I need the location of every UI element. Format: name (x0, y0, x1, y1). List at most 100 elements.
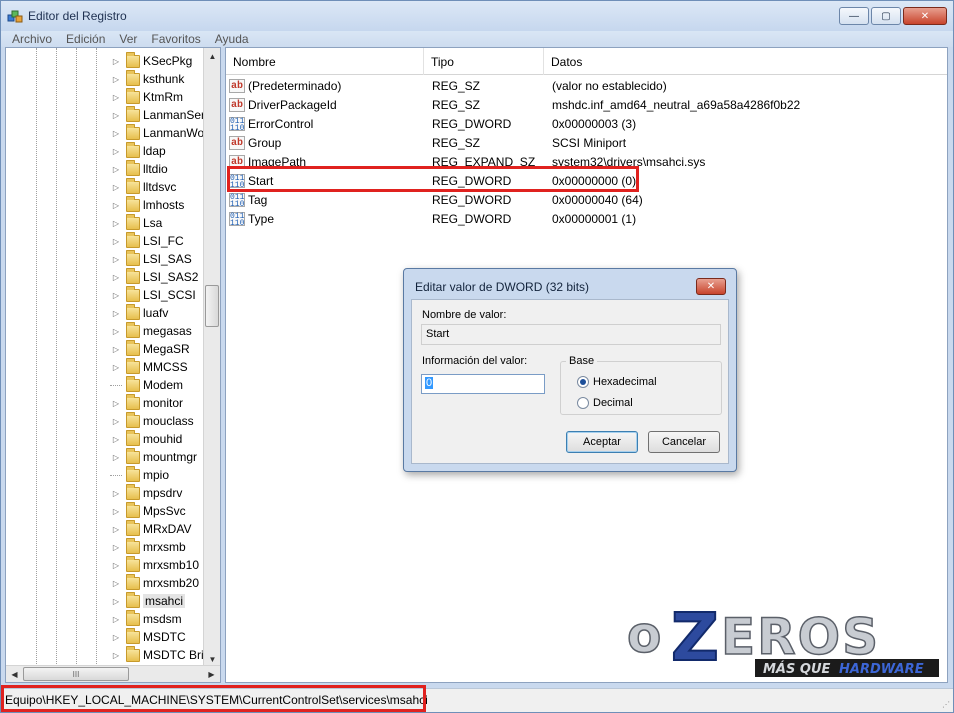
expand-arrow-icon[interactable]: ▷ (110, 201, 122, 210)
scroll-up-icon[interactable]: ▲ (204, 48, 220, 65)
tree-item-mrxsmb[interactable]: ▷ mrxsmb (110, 537, 186, 556)
tree-item-lsi-sas[interactable]: ▷ LSI_SAS (110, 249, 192, 268)
radio-decimal[interactable]: Decimal (577, 397, 633, 409)
expand-arrow-icon[interactable]: ▷ (110, 75, 122, 84)
value-row-imagepath[interactable]: ab ImagePath REG_EXPAND_SZ system32\drivers… (229, 152, 944, 171)
expand-arrow-icon[interactable]: ▷ (110, 57, 122, 66)
tree-item-lanmanser[interactable]: ▷ LanmanSer (110, 105, 205, 124)
expand-arrow-icon[interactable]: ▷ (110, 651, 122, 660)
menu-edicion[interactable]: Edición (59, 31, 112, 47)
value-row-driverpackageid[interactable]: ab DriverPackageId REG_SZ mshdc.inf_amd64_n… (229, 95, 944, 114)
expand-arrow-icon[interactable]: ▷ (110, 597, 122, 606)
tree-horizontal-scrollbar[interactable]: ◀ III ▶ (6, 665, 220, 682)
tree-item-ldap[interactable]: ▷ ldap (110, 141, 166, 160)
expand-arrow-icon[interactable]: ▷ (110, 237, 122, 246)
column-header-name[interactable]: Nombre (226, 48, 424, 75)
minimize-button[interactable]: — (839, 7, 869, 25)
expand-arrow-icon[interactable]: ▷ (110, 147, 122, 156)
expand-arrow-icon[interactable]: ▷ (110, 165, 122, 174)
tree-item-megasas[interactable]: ▷ megasas (110, 321, 192, 340)
tree-item-mountmgr[interactable]: ▷ mountmgr (110, 447, 197, 466)
tree-item-mrxsmb20[interactable]: ▷ mrxsmb20 (110, 573, 199, 592)
tree-scroll-thumb[interactable] (205, 285, 219, 327)
expand-arrow-icon[interactable]: ▷ (110, 129, 122, 138)
tree-item-lsa[interactable]: ▷ Lsa (110, 213, 162, 232)
tree-item-lltdio[interactable]: ▷ lltdio (110, 159, 168, 178)
expand-arrow-icon[interactable]: ▷ (110, 417, 122, 426)
tree-item-mpio[interactable]: mpio (110, 465, 169, 484)
expand-arrow-icon[interactable]: ▷ (110, 327, 122, 336)
registry-tree-pane[interactable]: ▷ KSecPkg ▷ ksthunk ▷ KtmRm ▷ LanmanSer ▷ LanmanW… (5, 47, 221, 683)
tree-item-mouhid[interactable]: ▷ mouhid (110, 429, 182, 448)
radio-hexadecimal[interactable]: Hexadecimal (577, 376, 657, 388)
expand-arrow-icon[interactable]: ▷ (110, 633, 122, 642)
dialog-close-button[interactable]: ✕ (696, 278, 726, 295)
scroll-left-icon[interactable]: ◀ (6, 666, 23, 683)
resize-grip-icon[interactable]: ⋰ (942, 700, 950, 709)
column-header-data[interactable]: Datos (544, 48, 947, 75)
expand-arrow-icon[interactable]: ▷ (110, 345, 122, 354)
tree-item-mmcss[interactable]: ▷ MMCSS (110, 357, 188, 376)
tree-item-msahci[interactable]: ▷ msahci (110, 591, 186, 610)
tree-item-lsi-fc[interactable]: ▷ LSI_FC (110, 231, 184, 250)
menu-ver[interactable]: Ver (112, 31, 144, 47)
cancel-button[interactable]: Cancelar (648, 431, 720, 453)
value-row-errorcontrol[interactable]: 011 110 ErrorControl REG_DWORD 0x00000003 (3… (229, 114, 944, 133)
tree-item-mouclass[interactable]: ▷ mouclass (110, 411, 194, 430)
expand-arrow-icon[interactable]: ▷ (110, 183, 122, 192)
expand-arrow-icon[interactable]: ▷ (110, 489, 122, 498)
tree-item-mpsdrv[interactable]: ▷ mpsdrv (110, 483, 182, 502)
value-data-input[interactable]: 0 (421, 374, 545, 394)
tree-item-lanmanwo[interactable]: ▷ LanmanWo (110, 123, 204, 142)
tree-vertical-scrollbar[interactable]: ▲ ▼ (203, 48, 220, 668)
expand-arrow-icon[interactable]: ▷ (110, 525, 122, 534)
value-row-tag[interactable]: 011 110 Tag REG_DWORD 0x00000040 (64) (229, 190, 944, 209)
expand-arrow-icon[interactable]: ▷ (110, 111, 122, 120)
expand-arrow-icon[interactable]: ▷ (110, 507, 122, 516)
expand-arrow-icon[interactable]: ▷ (110, 615, 122, 624)
scroll-right-icon[interactable]: ▶ (203, 666, 220, 683)
expand-arrow-icon[interactable]: ▷ (110, 363, 122, 372)
expand-arrow-icon[interactable]: ▷ (110, 291, 122, 300)
tree-item-mrxdav[interactable]: ▷ MRxDAV (110, 519, 191, 538)
tree-item-monitor[interactable]: ▷ monitor (110, 393, 183, 412)
tree-item-lltdsvc[interactable]: ▷ lltdsvc (110, 177, 176, 196)
expand-arrow-icon[interactable]: ▷ (110, 579, 122, 588)
radio-selected-icon[interactable] (577, 376, 589, 388)
expand-arrow-icon[interactable]: ▷ (110, 255, 122, 264)
value-row-predeterminado[interactable]: ab (Predeterminado) REG_SZ (valor no establ… (229, 76, 944, 95)
radio-unselected-icon[interactable] (577, 397, 589, 409)
tree-item-lsi-sas2[interactable]: ▷ LSI_SAS2 (110, 267, 198, 286)
value-row-group[interactable]: ab Group REG_SZ SCSI Miniport (229, 133, 944, 152)
tree-item-mpssvc[interactable]: ▷ MpsSvc (110, 501, 186, 520)
close-button[interactable]: ✕ (903, 7, 947, 25)
menu-favoritos[interactable]: Favoritos (144, 31, 207, 47)
expand-arrow-icon[interactable]: ▷ (110, 435, 122, 444)
tree-item-luafv[interactable]: ▷ luafv (110, 303, 168, 322)
tree-item-msdtc[interactable]: ▷ MSDTC (110, 627, 186, 646)
expand-arrow-icon[interactable]: ▷ (110, 309, 122, 318)
tree-item-ksecpkg[interactable]: ▷ KSecPkg (110, 51, 192, 70)
expand-arrow-icon[interactable]: ▷ (110, 219, 122, 228)
value-row-type[interactable]: 011 110 Type REG_DWORD 0x00000001 (1) (229, 209, 944, 228)
value-row-start[interactable]: 011 110 Start REG_DWORD 0x00000000 (0) (229, 171, 944, 190)
ok-button[interactable]: Aceptar (566, 431, 638, 453)
tree-item-megasr[interactable]: ▷ MegaSR (110, 339, 190, 358)
menu-archivo[interactable]: Archivo (5, 31, 59, 47)
expand-arrow-icon[interactable]: ▷ (110, 543, 122, 552)
value-data-text[interactable]: 0 (425, 377, 434, 389)
tree-item-ktmrm[interactable]: ▷ KtmRm (110, 87, 183, 106)
tree-item-lmhosts[interactable]: ▷ lmhosts (110, 195, 184, 214)
tree-item-ksthunk[interactable]: ▷ ksthunk (110, 69, 184, 88)
maximize-button[interactable]: ▢ (871, 7, 901, 25)
tree-item-mrxsmb10[interactable]: ▷ mrxsmb10 (110, 555, 199, 574)
expand-arrow-icon[interactable]: ▷ (110, 93, 122, 102)
expand-arrow-icon[interactable]: ▷ (110, 561, 122, 570)
tree-item-modem[interactable]: Modem (110, 375, 183, 394)
tree-item-msdtc-bri[interactable]: ▷ MSDTC Bri (110, 645, 204, 664)
tree-item-msdsm[interactable]: ▷ msdsm (110, 609, 182, 628)
expand-arrow-icon[interactable]: ▷ (110, 273, 122, 282)
tree-hscroll-thumb[interactable]: III (23, 667, 129, 681)
column-header-type[interactable]: Tipo (424, 48, 544, 75)
tree-item-lsi-scsi[interactable]: ▷ LSI_SCSI (110, 285, 196, 304)
